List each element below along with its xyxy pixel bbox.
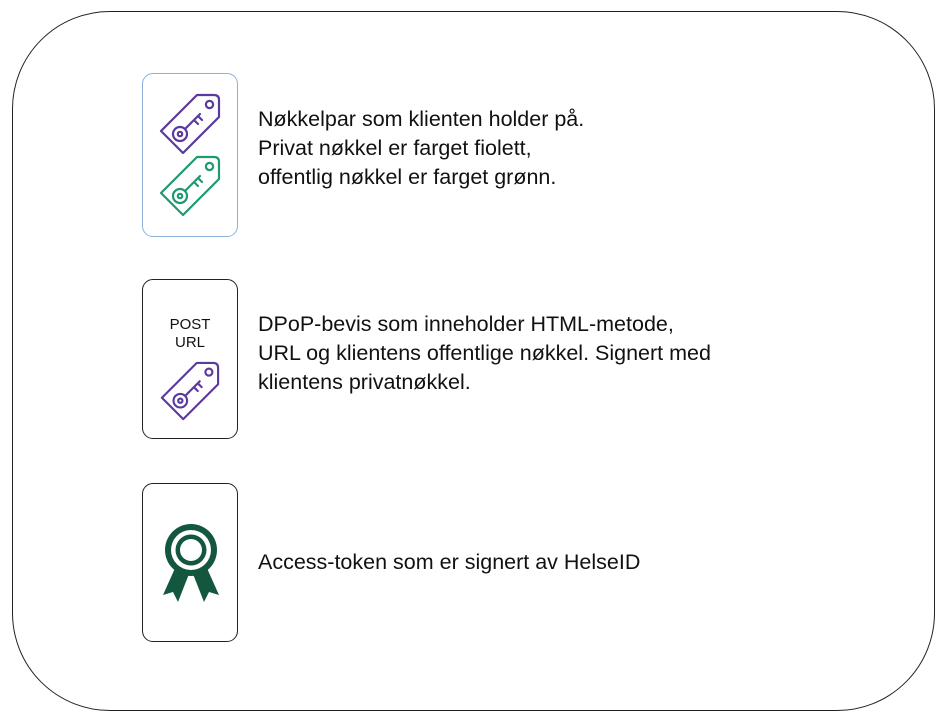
dpop-proof-description-line: klientens privatnøkkel. — [258, 370, 471, 394]
award-ribbon-icon — [163, 524, 219, 602]
dpop-proof-description: DPoP-bevis som inneholder HTML-metode, U… — [258, 310, 711, 397]
dpop-proof-description-line: URL og klientens offentlige nøkkel. Sign… — [258, 341, 711, 365]
url-label: URL — [174, 334, 205, 351]
key-pair-card — [142, 73, 238, 237]
key-pair-description-line: Nøkkelpar som klienten holder på. — [258, 107, 585, 131]
purple-key-tag-icon — [159, 93, 221, 155]
purple-key-tag-icon — [160, 361, 220, 421]
access-token-description-line: Access-token som er signert av HelseID — [258, 550, 641, 574]
dpop-proof-description-line: DPoP-bevis som inneholder HTML-metode, — [258, 312, 674, 336]
green-key-tag-icon — [159, 155, 221, 217]
access-token-description: Access-token som er signert av HelseID — [258, 548, 640, 577]
dpop-proof-card: POST URL — [142, 279, 238, 439]
http-method-label: POST — [169, 316, 211, 333]
key-pair-description: Nøkkelpar som klienten holder på. Privat… — [258, 105, 584, 192]
access-token-card — [142, 483, 238, 642]
key-pair-description-line: offentlig nøkkel er farget grønn. — [258, 165, 557, 189]
key-pair-description-line: Privat nøkkel er farget fiolett, — [258, 136, 532, 160]
